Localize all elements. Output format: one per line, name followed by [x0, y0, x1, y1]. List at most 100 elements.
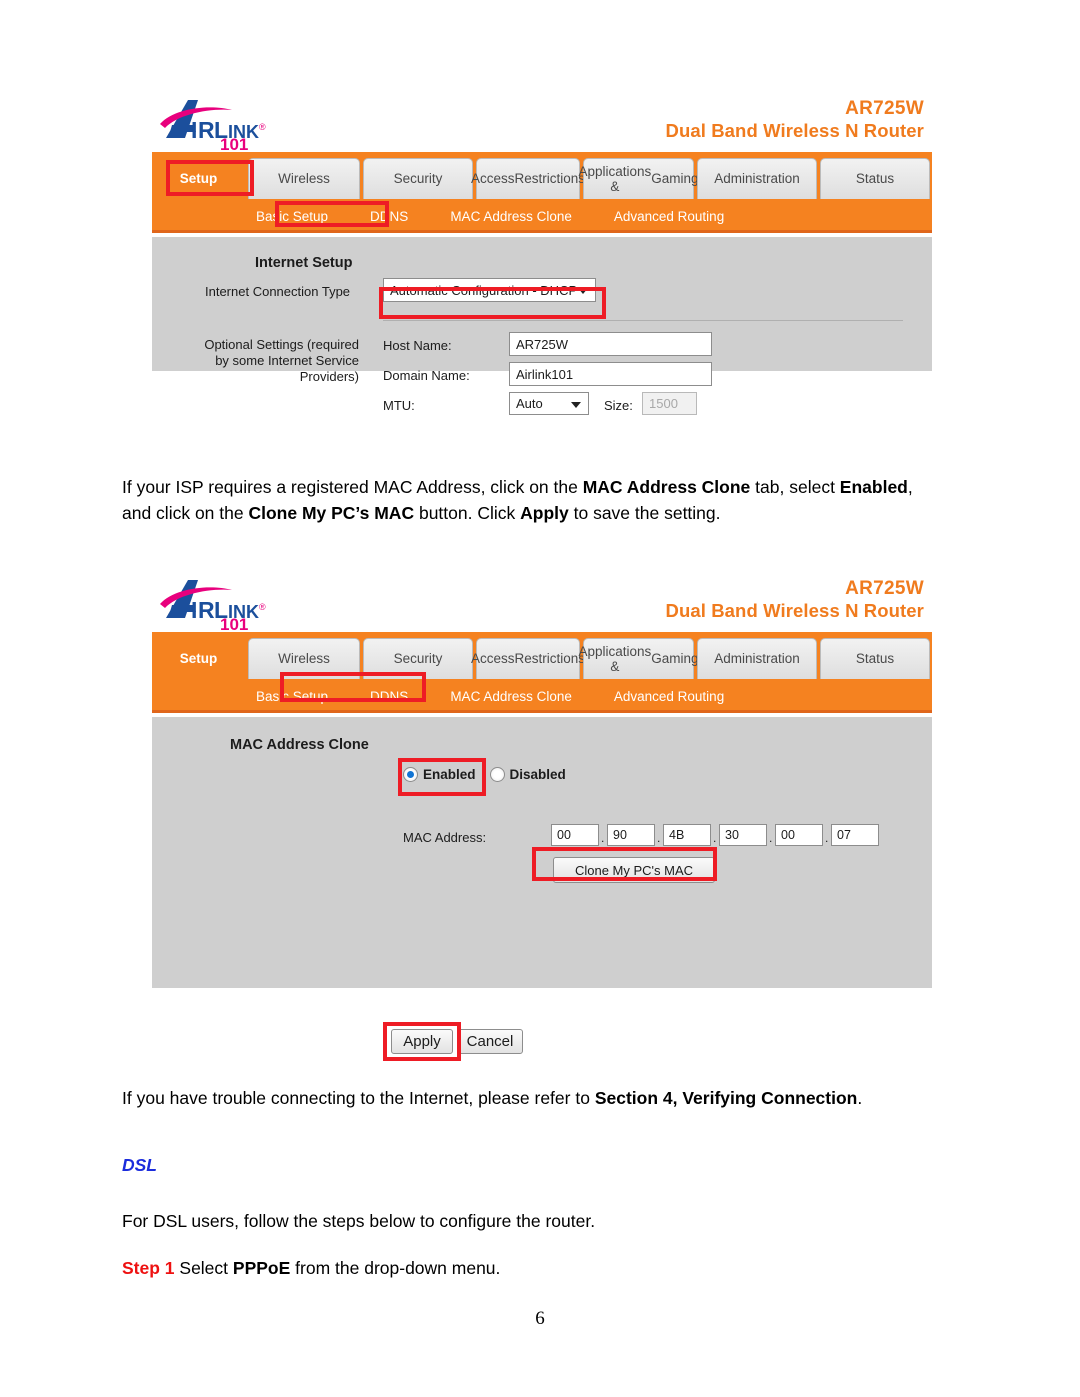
tab-access-restrictions[interactable]: Access Restrictions: [471, 158, 585, 199]
tab-security[interactable]: Security: [363, 638, 473, 679]
tab-status[interactable]: Status: [820, 158, 930, 199]
sub-tab-bar: Basic Setup DDNS MAC Address Clone Advan…: [152, 679, 932, 713]
svg-text:®: ®: [259, 122, 266, 132]
page-number: 6: [535, 1308, 545, 1329]
subtab-advanced-routing[interactable]: Advanced Routing: [606, 205, 732, 228]
chevron-down-icon: [571, 401, 581, 408]
paragraph-troubleshooting: If you have trouble connecting to the In…: [122, 1085, 942, 1111]
tab-access-restrictions-line2: Restrictions: [514, 171, 586, 187]
main-tab-bar: Setup Wireless Security Access Restricti…: [152, 152, 932, 199]
mtu-label: MTU:: [383, 398, 415, 413]
tab-applications-gaming-line1: Applications &: [578, 643, 652, 674]
brand-model: AR725W: [845, 98, 924, 119]
p1-seg4: Enabled: [839, 477, 908, 497]
mac-octet-3[interactable]: 4B: [663, 824, 711, 846]
mac-separator-5: .: [825, 831, 829, 845]
p1-seg8: Apply: [520, 503, 569, 523]
domain-name-value: Airlink101: [516, 366, 574, 382]
paragraph-dsl-intro: For DSL users, follow the steps below to…: [122, 1211, 596, 1231]
mtu-size-value: 1500: [649, 396, 678, 411]
mtu-value: Auto: [516, 396, 543, 411]
svg-text:R: R: [198, 597, 215, 623]
divider: [383, 320, 903, 321]
svg-text:®: ®: [259, 602, 266, 612]
subtab-ddns[interactable]: DDNS: [362, 205, 416, 228]
domain-name-input[interactable]: Airlink101: [509, 362, 712, 386]
svg-text:101: 101: [220, 615, 248, 632]
mtu-size-input[interactable]: 1500: [642, 392, 697, 415]
p1-seg1: If your ISP requires a registered MAC Ad…: [122, 477, 583, 497]
brand-description: Dual Band Wireless N Router: [665, 600, 924, 622]
subtab-advanced-routing[interactable]: Advanced Routing: [606, 685, 732, 708]
p2-seg2: Section 4, Verifying Connection: [594, 1088, 858, 1108]
brand-block: AR725W Dual Band Wireless N Router: [665, 97, 924, 143]
sub-tab-bar: Basic Setup DDNS MAC Address Clone Advan…: [152, 199, 932, 233]
tab-applications-gaming[interactable]: Applications & Gaming: [578, 158, 699, 199]
router-header: I R L INK ® 101 AR725W Dual Band Wireles…: [152, 570, 932, 632]
tab-setup[interactable]: Setup: [152, 158, 245, 199]
mtu-select[interactable]: Auto: [509, 392, 589, 415]
clone-my-pc-mac-button[interactable]: Clone My PC's MAC: [553, 857, 715, 883]
tab-setup[interactable]: Setup: [152, 638, 245, 679]
host-name-label: Host Name:: [383, 338, 452, 353]
host-name-input[interactable]: AR725W: [509, 332, 712, 356]
tab-access-restrictions-line2: Restrictions: [514, 651, 586, 667]
main-tab-bar: Setup Wireless Security Access Restricti…: [152, 632, 932, 679]
mac-octet-1[interactable]: 00: [551, 824, 599, 846]
tab-wireless[interactable]: Wireless: [248, 158, 360, 199]
svg-text:I: I: [191, 117, 197, 143]
tab-access-restrictions-line1: Access: [470, 651, 515, 667]
subtab-ddns[interactable]: DDNS: [362, 685, 416, 708]
airlink-101-logo: I R L INK ® 101: [158, 94, 333, 152]
step-1-label: Step 1: [122, 1258, 175, 1278]
radio-disabled[interactable]: [489, 767, 505, 782]
tab-applications-gaming[interactable]: Applications & Gaming: [578, 638, 699, 679]
subtab-basic-setup[interactable]: Basic Setup: [248, 205, 336, 228]
svg-text:101: 101: [220, 135, 248, 152]
step1-seg3: from the drop-down menu.: [290, 1258, 501, 1278]
brand-block: AR725W Dual Band Wireless N Router: [665, 577, 924, 623]
mtu-size-label: Size:: [604, 398, 633, 413]
mac-octet-4[interactable]: 30: [719, 824, 767, 846]
mac-separator-4: .: [769, 831, 773, 845]
p2-seg1: If you have trouble connecting to the In…: [122, 1088, 595, 1108]
tab-wireless[interactable]: Wireless: [248, 638, 360, 679]
dsl-section-heading: DSL: [122, 1155, 157, 1175]
subtab-mac-address-clone[interactable]: MAC Address Clone: [442, 685, 580, 708]
router-admin-screenshot-basic-setup: I R L INK ® 101 AR725W Dual Band Wireles…: [152, 90, 932, 415]
tab-security[interactable]: Security: [363, 158, 473, 199]
mac-separator-2: .: [657, 831, 661, 845]
mac-separator-3: .: [713, 831, 717, 845]
subtab-basic-setup[interactable]: Basic Setup: [248, 685, 336, 708]
step1-seg2: PPPoE: [232, 1258, 291, 1278]
mac-octet-5[interactable]: 00: [775, 824, 823, 846]
internet-setup-title: Internet Setup: [255, 255, 353, 271]
internet-connection-type-value: Automatic Configuration - DHCP: [390, 282, 578, 298]
optional-settings-line3: Providers): [299, 369, 359, 384]
p1-seg9: to save the setting.: [568, 503, 721, 523]
cancel-button[interactable]: Cancel: [457, 1029, 523, 1054]
mac-address-label: MAC Address:: [403, 830, 487, 845]
optional-settings-line2: by some Internet Service: [215, 353, 359, 368]
radio-enabled[interactable]: [403, 767, 418, 782]
mac-octet-2[interactable]: 90: [607, 824, 655, 846]
brand-model: AR725W: [845, 578, 924, 599]
mac-address-clone-title: MAC Address Clone: [230, 737, 369, 753]
tab-status[interactable]: Status: [820, 638, 930, 679]
chevron-down-icon: [578, 288, 588, 294]
tab-administration[interactable]: Administration: [697, 638, 817, 679]
tab-applications-gaming-line2: Gaming: [651, 651, 699, 667]
mac-octet-6[interactable]: 07: [831, 824, 879, 846]
svg-text:R: R: [198, 117, 215, 143]
p1-seg7: button. Click: [414, 503, 521, 523]
tab-access-restrictions[interactable]: Access Restrictions: [471, 638, 585, 679]
svg-text:I: I: [191, 597, 197, 623]
internet-connection-type-label: Internet Connection Type: [205, 284, 351, 299]
tab-applications-gaming-line2: Gaming: [651, 171, 699, 187]
subtab-mac-address-clone[interactable]: MAC Address Clone: [442, 205, 580, 228]
brand-description: Dual Band Wireless N Router: [665, 120, 924, 142]
internet-connection-type-select[interactable]: Automatic Configuration - DHCP: [383, 278, 596, 302]
tab-administration[interactable]: Administration: [697, 158, 817, 199]
apply-button[interactable]: Apply: [391, 1029, 453, 1054]
radio-enabled-label: Enabled: [423, 767, 476, 782]
